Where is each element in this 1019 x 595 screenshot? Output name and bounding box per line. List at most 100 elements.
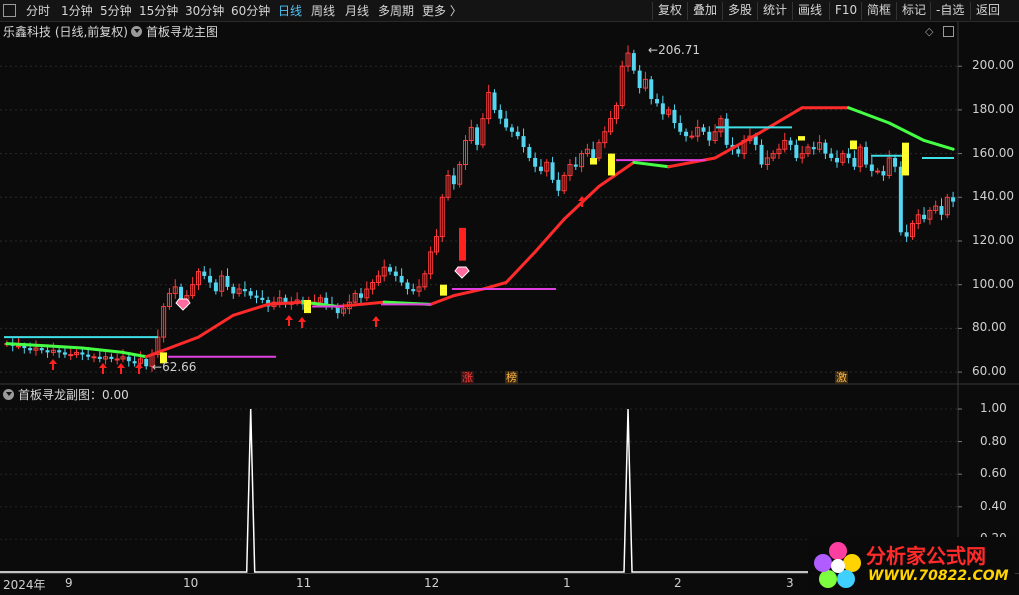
- diamond-signal-icon: [175, 298, 191, 311]
- candle-body: [248, 291, 253, 296]
- candle-body: [393, 271, 398, 276]
- diamond-signal-icon: [454, 266, 470, 279]
- candle-body: [260, 297, 265, 300]
- candle-body: [904, 232, 909, 237]
- candle-body: [515, 131, 520, 137]
- buy-arrow-icon: [298, 317, 306, 328]
- signal-block: [440, 284, 447, 296]
- candle-body: [829, 153, 834, 158]
- candle-body: [701, 127, 706, 132]
- flower-logo-icon: [814, 542, 861, 588]
- trend-line-segment: [887, 121, 926, 142]
- price-tick-label: 200.00: [972, 58, 1014, 73]
- candle-body: [736, 149, 741, 154]
- price-chart[interactable]: [0, 0, 1019, 595]
- site-watermark-logo: 分析家公式网 WWW.70822.COM: [808, 537, 1015, 593]
- candle-body: [591, 149, 596, 158]
- main-indicator-name[interactable]: 首板寻龙主图: [146, 23, 218, 40]
- candle-body: [451, 175, 456, 185]
- month-label-dec: 12: [424, 576, 440, 590]
- trend-line-segment: [533, 217, 566, 254]
- panel-toggle-icon[interactable]: [943, 26, 954, 37]
- candle-body: [852, 157, 857, 167]
- candle-body: [811, 147, 816, 150]
- month-label-oct: 10: [183, 576, 199, 590]
- candle-body: [660, 103, 665, 115]
- candle-body: [556, 179, 561, 191]
- candle-body: [91, 356, 97, 359]
- indicator-menu-icon[interactable]: [131, 26, 142, 37]
- candle-body: [527, 147, 532, 158]
- candle-body: [533, 157, 538, 167]
- candle-body: [80, 352, 85, 355]
- event-marker-ranking[interactable]: 榜: [505, 371, 518, 384]
- candle-body: [62, 352, 67, 355]
- candle-body: [684, 131, 689, 137]
- watermark-title: 分析家公式网: [866, 544, 986, 568]
- candle-body: [254, 295, 259, 298]
- low-price-value: 62.66: [162, 360, 197, 374]
- candle-body: [86, 354, 91, 357]
- trend-line-segment: [196, 313, 235, 339]
- candle-body: [893, 157, 898, 167]
- candle-body: [144, 358, 149, 367]
- price-tick-label: 120.00: [972, 232, 1014, 247]
- high-price-value: 206.71: [658, 43, 701, 57]
- candle-body: [388, 267, 393, 272]
- candle-body: [509, 127, 514, 132]
- candle-body: [631, 53, 636, 71]
- big-signal-block: [459, 227, 466, 261]
- candle-body: [359, 293, 363, 298]
- candle-body: [724, 118, 729, 145]
- candle-body: [881, 171, 886, 176]
- sub-indicator-menu-icon[interactable]: [3, 389, 14, 400]
- candle-body: [922, 214, 927, 220]
- candle-body: [411, 289, 416, 292]
- candle-body: [655, 98, 660, 104]
- price-tick-label: 180.00: [972, 101, 1014, 116]
- candle-body: [208, 275, 213, 283]
- candle-body: [202, 271, 207, 276]
- sub-indicator-label[interactable]: 首板寻龙副图：0.00: [18, 386, 129, 403]
- candle-body: [951, 197, 956, 202]
- candle-body: [39, 348, 44, 351]
- candle-body: [788, 140, 793, 145]
- watermark-url: WWW.70822.COM: [868, 568, 1009, 584]
- candle-body: [759, 144, 764, 165]
- candle-body: [231, 286, 236, 294]
- trend-line-segment: [632, 160, 671, 169]
- signal-block: [608, 153, 615, 176]
- candle-body: [869, 164, 874, 172]
- candle-body: [875, 170, 881, 173]
- month-label-feb: 2: [674, 576, 682, 590]
- candle-body: [97, 356, 102, 359]
- candle-body: [109, 356, 114, 359]
- candle-body: [114, 358, 120, 361]
- trend-line-segment: [46, 344, 84, 350]
- signal-block: [798, 136, 805, 141]
- price-tick-label: 60.00: [972, 364, 1007, 379]
- price-tick-label: 140.00: [972, 189, 1014, 204]
- signal-block: [590, 157, 597, 165]
- signal-block: [304, 299, 311, 314]
- month-label-nov: 11: [296, 576, 312, 590]
- diamond-icon[interactable]: ◇: [925, 25, 933, 38]
- signal-block: [850, 140, 857, 150]
- candle-body: [57, 350, 62, 353]
- candle-body: [846, 153, 851, 158]
- candle-body: [678, 123, 683, 132]
- candle-body: [538, 166, 543, 172]
- buy-arrow-icon: [117, 363, 125, 374]
- sub-tick-label: 0.40: [980, 498, 1007, 513]
- event-marker-limit-up[interactable]: 涨: [461, 371, 474, 384]
- candle-body: [521, 136, 526, 148]
- event-marker-incentive[interactable]: 激: [835, 371, 848, 384]
- candle-body: [504, 118, 509, 128]
- candle-body: [28, 348, 33, 351]
- month-label-sep: 9: [65, 576, 73, 590]
- candle-body: [68, 354, 74, 357]
- trend-line-segment: [504, 250, 537, 285]
- candle-body: [672, 109, 677, 124]
- buy-arrow-icon: [285, 315, 293, 326]
- candle-body: [225, 275, 230, 287]
